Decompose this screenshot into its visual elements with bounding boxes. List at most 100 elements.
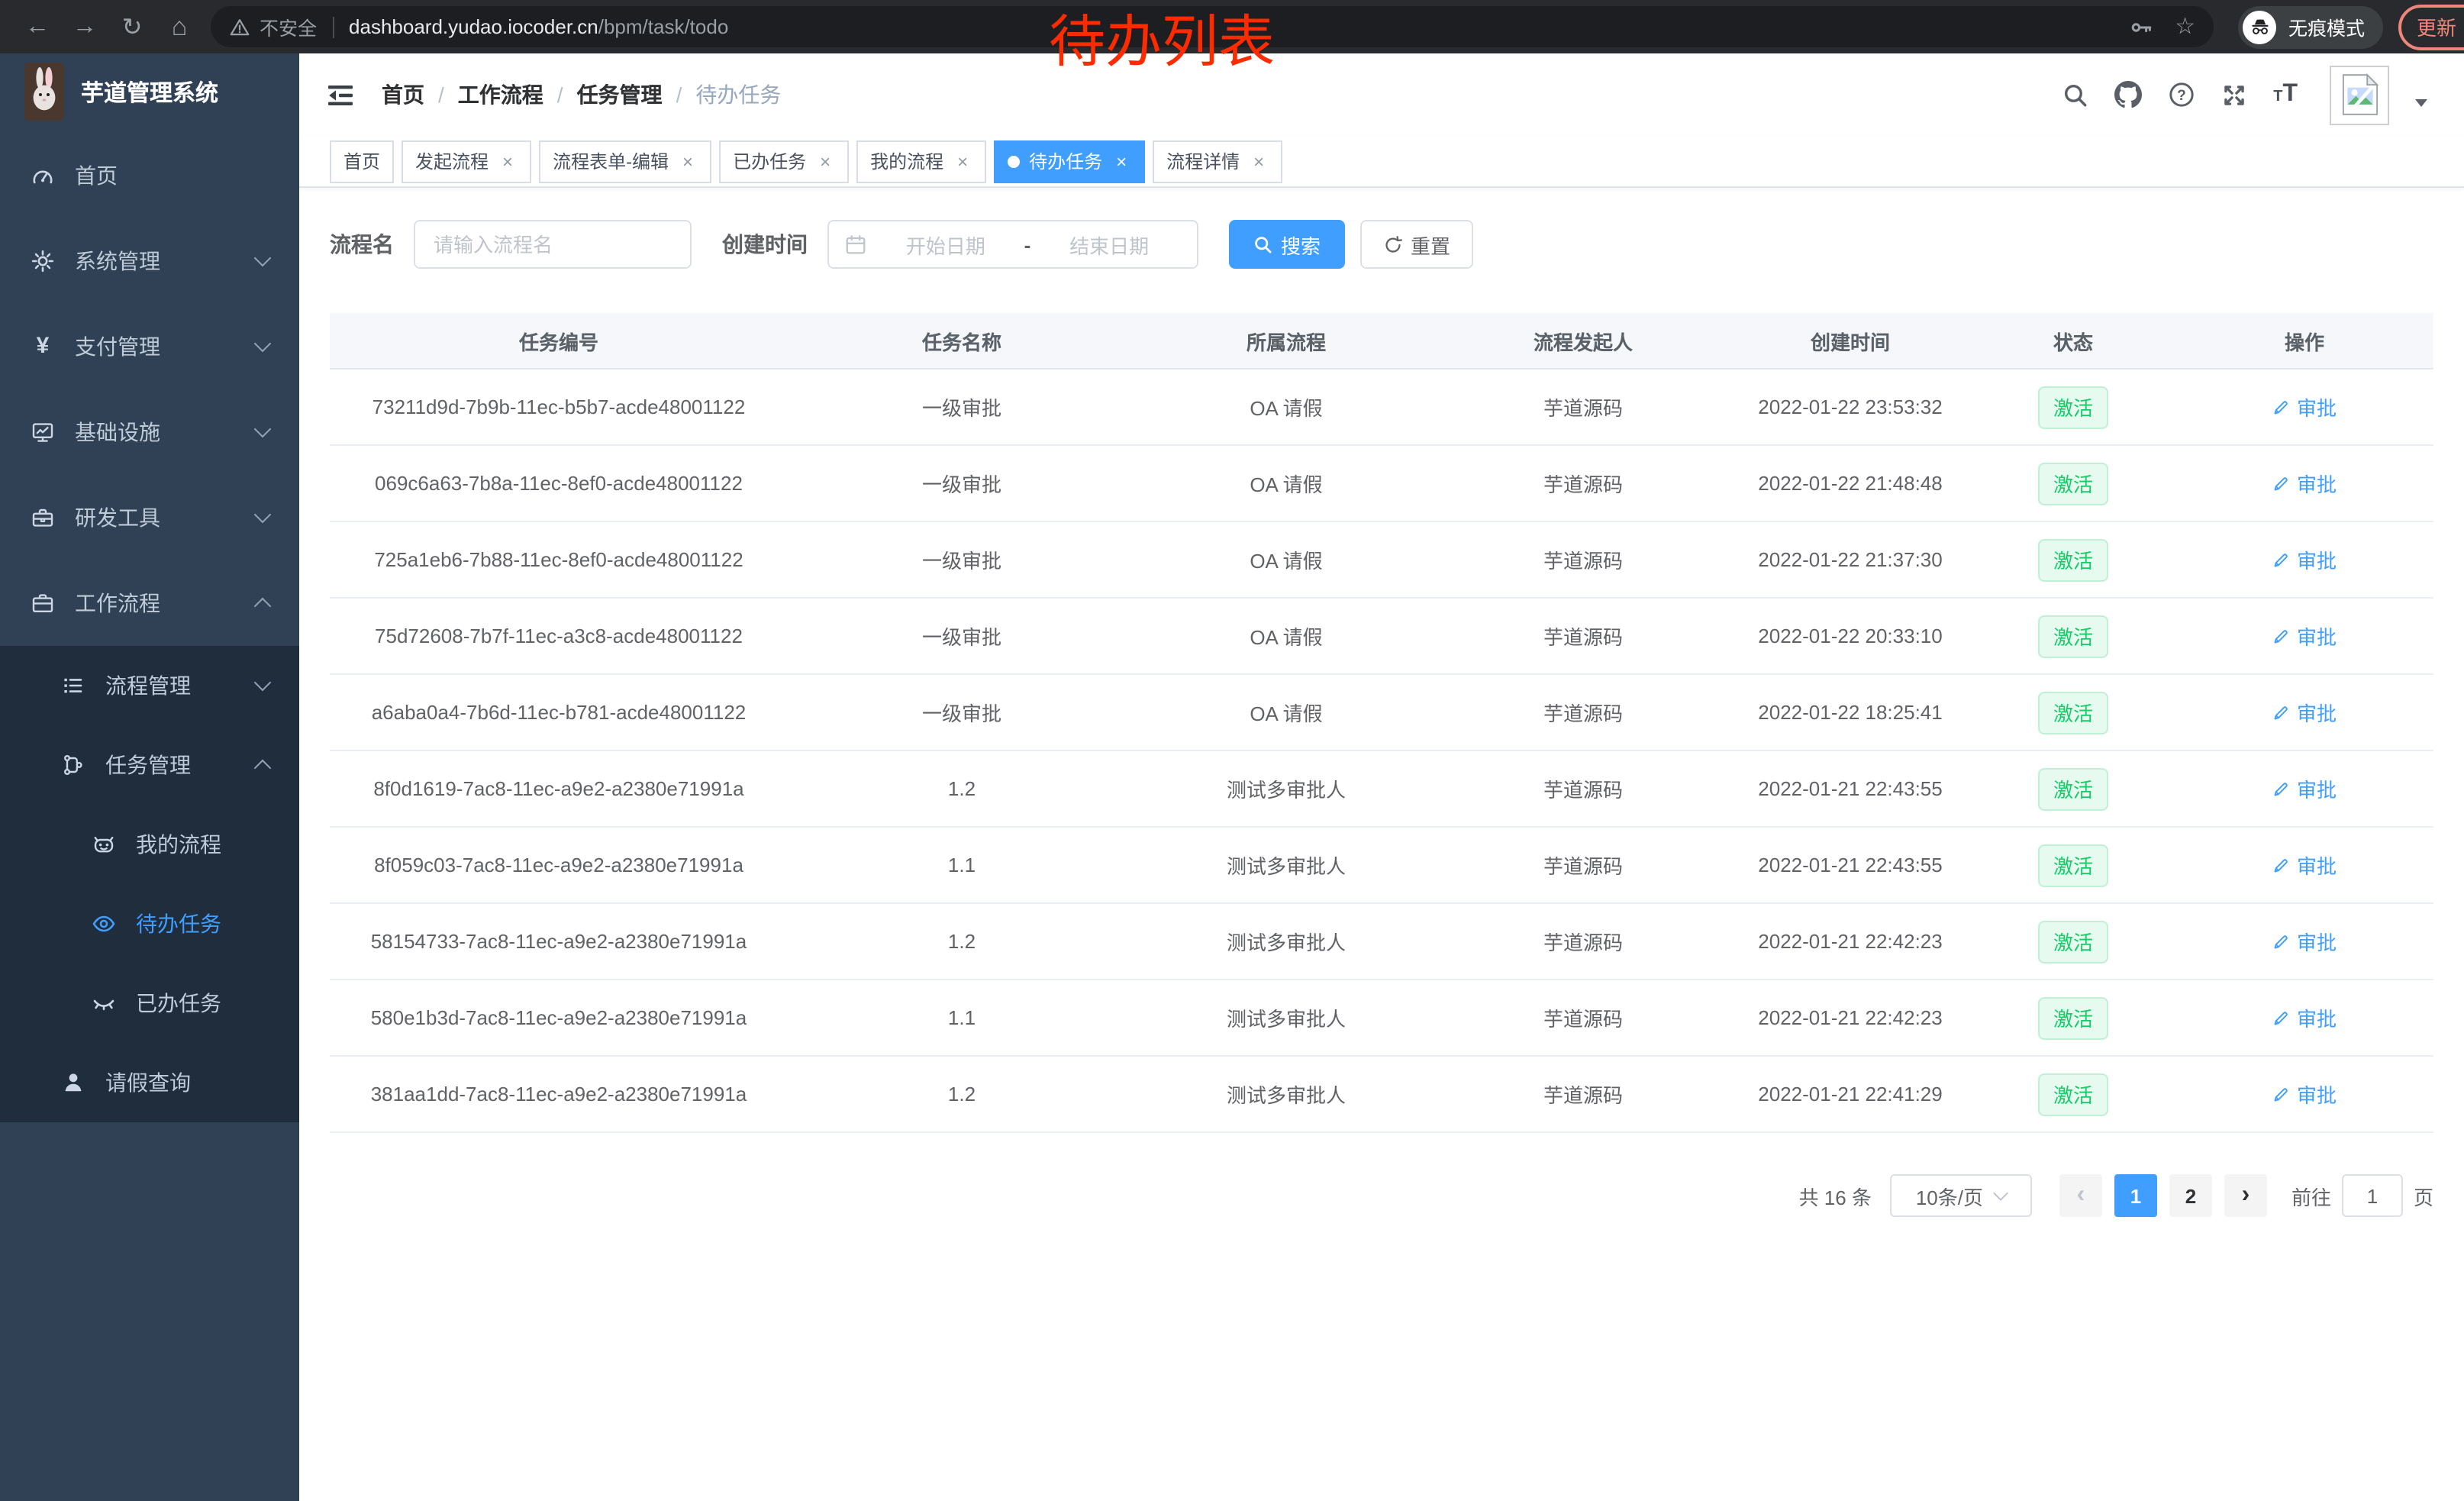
approve-button[interactable]: 审批	[2272, 392, 2337, 421]
search-icon	[1253, 234, 1273, 254]
broken-image-icon	[2341, 73, 2378, 116]
edit-icon	[2272, 932, 2291, 951]
jump-suffix-label: 页	[2414, 1181, 2433, 1210]
sidebar-menu-item[interactable]: 待办任务	[0, 884, 299, 964]
table-row: a6aba0a4-7b6d-11ec-b781-acde48001122 一级审…	[330, 674, 2433, 750]
tab-close-icon[interactable]	[1111, 151, 1131, 171]
back-icon[interactable]: ←	[15, 5, 60, 49]
approve-button[interactable]: 审批	[2272, 1080, 2337, 1109]
approve-button[interactable]: 审批	[2272, 1003, 2337, 1032]
process-cell: OA 请假	[1136, 674, 1437, 750]
approve-button[interactable]: 审批	[2272, 621, 2337, 650]
actions-cell: 审批	[2175, 827, 2433, 903]
briefcase-icon	[31, 591, 55, 615]
table-row: 069c6a63-7b8a-11ec-8ef0-acde48001122 一级审…	[330, 445, 2433, 521]
breadcrumb-item[interactable]: 待办任务	[663, 79, 782, 110]
sidebar-menu-item[interactable]: 工作流程	[0, 560, 299, 646]
help-icon[interactable]: ?	[2168, 81, 2195, 108]
sidebar-menu-item[interactable]: 研发工具	[0, 475, 299, 560]
status-badge: 激活	[2038, 920, 2108, 963]
refresh-icon	[1383, 234, 1403, 254]
sidebar-item-label: 请假查询	[105, 1067, 191, 1098]
process-name-input[interactable]	[414, 220, 692, 269]
sidebar-menu-item[interactable]: 基础设施	[0, 389, 299, 475]
table-row: 8f0d1619-7ac8-11ec-a9e2-a2380e71991a 1.2…	[330, 750, 2433, 827]
sidebar-menu-item[interactable]: 已办任务	[0, 964, 299, 1043]
status-cell: 激活	[1971, 369, 2175, 445]
page-size-select[interactable]: 10条/页	[1890, 1174, 2032, 1217]
table-row: 580e1b3d-7ac8-11ec-a9e2-a2380e71991a 1.1…	[330, 980, 2433, 1056]
approve-button[interactable]: 审批	[2272, 927, 2337, 956]
approve-button[interactable]: 审批	[2272, 851, 2337, 880]
end-date-placeholder: 结束日期	[1037, 230, 1182, 259]
date-range-picker[interactable]: 开始日期 - 结束日期	[827, 220, 1198, 269]
starter-cell: 芋道源码	[1437, 674, 1730, 750]
prev-page-button[interactable]	[2059, 1174, 2102, 1217]
table-row: 73211d9d-7b9b-11ec-b5b7-acde48001122 一级审…	[330, 369, 2433, 445]
chevron-icon	[254, 506, 272, 524]
table-row: 58154733-7ac8-11ec-a9e2-a2380e71991a 1.2…	[330, 903, 2433, 980]
filter-form: 流程名 创建时间 开始日期 - 结束日期 搜索	[330, 220, 2433, 269]
sidebar-menu-item[interactable]: 首页	[0, 133, 299, 218]
approve-button[interactable]: 审批	[2272, 469, 2337, 498]
url-path: /bpm/task/todo	[598, 15, 729, 38]
search-icon[interactable]	[2062, 82, 2088, 108]
browser-update-button[interactable]: 更新	[2398, 4, 2464, 50]
tab-close-icon[interactable]	[1249, 151, 1269, 171]
tab-close-icon[interactable]	[498, 151, 518, 171]
page-button-2[interactable]: 2	[2169, 1174, 2212, 1217]
font-size-icon[interactable]: TT	[2273, 81, 2298, 108]
sidebar-collapse-icon[interactable]	[322, 76, 359, 113]
starter-cell: 芋道源码	[1437, 903, 1730, 980]
next-page-button[interactable]	[2224, 1174, 2267, 1217]
fullscreen-icon[interactable]	[2221, 82, 2247, 108]
tab-close-icon[interactable]	[953, 151, 972, 171]
tab[interactable]: 流程详情	[1153, 140, 1282, 182]
chevron-icon	[254, 674, 272, 692]
bookmark-star-icon[interactable]: ☆	[2175, 15, 2195, 38]
tab[interactable]: 待办任务	[994, 140, 1145, 182]
tab[interactable]: 发起流程	[402, 140, 531, 182]
approve-button[interactable]: 审批	[2272, 774, 2337, 803]
task-name-cell: 1.1	[788, 827, 1136, 903]
tab[interactable]: 首页	[330, 140, 394, 182]
breadcrumb-item[interactable]: 首页	[382, 79, 424, 110]
sidebar-menu-item[interactable]: 请假查询	[0, 1043, 299, 1122]
sidebar-menu-item[interactable]: 系统管理	[0, 218, 299, 304]
page-button-1[interactable]: 1	[2114, 1174, 2157, 1217]
search-button[interactable]: 搜索	[1229, 220, 1345, 269]
sidebar-menu-item[interactable]: 流程管理	[0, 646, 299, 725]
tab-close-icon[interactable]	[678, 151, 698, 171]
tab[interactable]: 流程表单-编辑	[539, 140, 711, 182]
home-icon[interactable]: ⌂	[157, 5, 202, 49]
breadcrumb-item[interactable]: 工作流程	[424, 79, 543, 110]
sidebar-menu-item[interactable]: ¥ 支付管理	[0, 304, 299, 389]
process-cell: OA 请假	[1136, 598, 1437, 674]
sidebar-menu-item[interactable]: 任务管理	[0, 725, 299, 805]
col-process: 所属流程	[1136, 313, 1437, 369]
avatar[interactable]	[2330, 65, 2389, 124]
approve-button[interactable]: 审批	[2272, 545, 2337, 574]
tab-close-icon[interactable]	[815, 151, 835, 171]
password-key-icon[interactable]	[2129, 15, 2153, 39]
approve-button[interactable]: 审批	[2272, 698, 2337, 727]
security-warning[interactable]: 不安全	[229, 12, 317, 41]
jump-page-input[interactable]	[2342, 1174, 2403, 1217]
process-cell: 测试多审批人	[1136, 750, 1437, 827]
eye-closed-icon	[92, 991, 116, 1015]
col-created: 创建时间	[1730, 313, 1971, 369]
actions-cell: 审批	[2175, 674, 2433, 750]
warning-icon	[229, 16, 250, 37]
address-bar[interactable]: 不安全 dashboard.yudao.iocoder.cn/bpm/task/…	[211, 6, 2214, 47]
status-cell: 激活	[1971, 903, 2175, 980]
tab[interactable]: 我的流程	[856, 140, 986, 182]
process-cell: OA 请假	[1136, 521, 1437, 598]
sidebar-menu-item[interactable]: 我的流程	[0, 805, 299, 884]
breadcrumb-item[interactable]: 任务管理	[543, 79, 663, 110]
forward-icon[interactable]: →	[63, 5, 107, 49]
tab[interactable]: 已办任务	[719, 140, 849, 182]
reload-icon[interactable]: ↻	[110, 5, 154, 49]
user-menu-caret-icon[interactable]	[2415, 98, 2427, 106]
github-icon[interactable]	[2114, 81, 2142, 108]
reset-button[interactable]: 重置	[1360, 220, 1473, 269]
